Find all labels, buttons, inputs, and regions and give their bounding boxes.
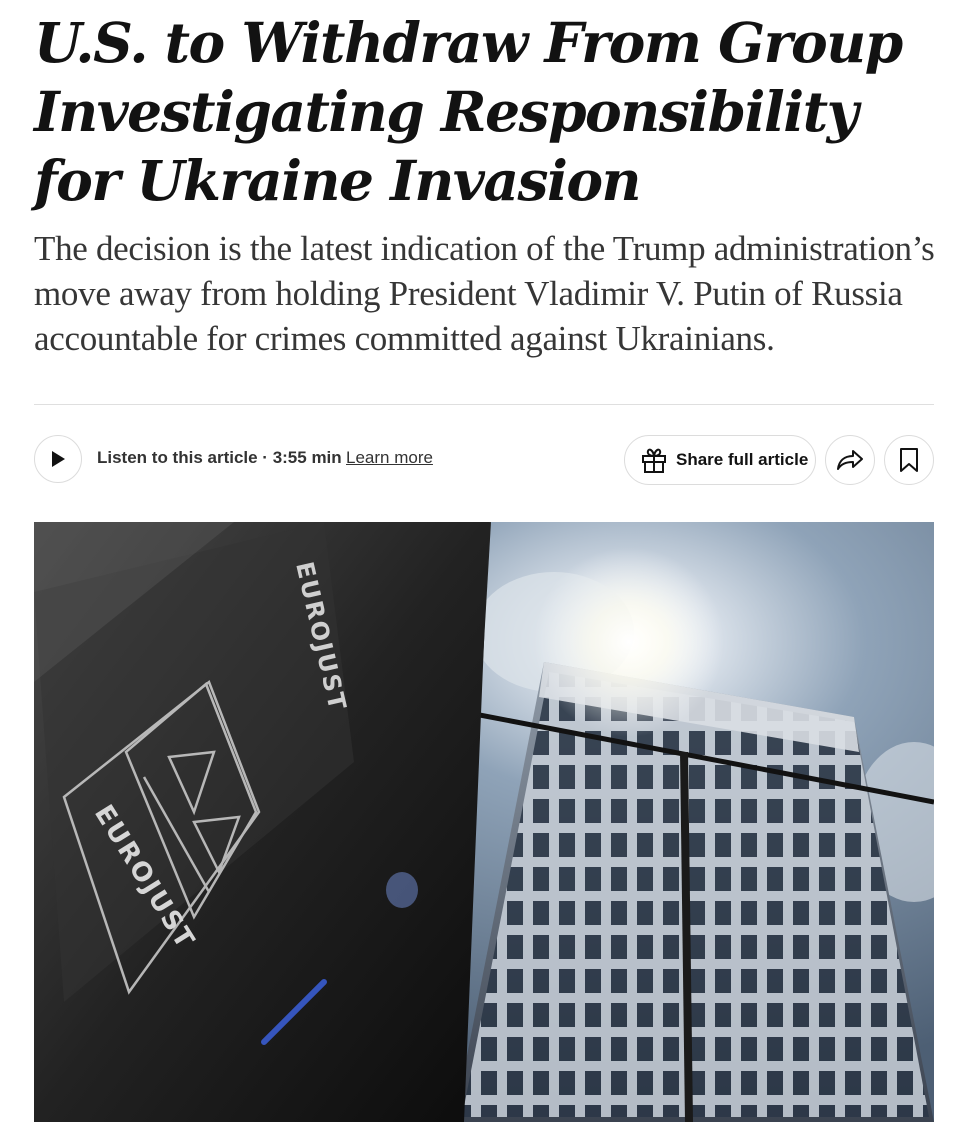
share-full-article-button[interactable]: Share full article [624, 435, 816, 485]
share-full-article-label: Share full article [676, 450, 809, 469]
listen-label: Listen to this article · 3:55 min [97, 448, 342, 467]
play-icon [52, 451, 65, 467]
bookmark-button[interactable] [884, 435, 934, 485]
learn-more-link[interactable]: Learn more [346, 448, 433, 468]
gift-icon [642, 448, 666, 473]
play-audio-button[interactable] [34, 435, 82, 483]
article-photo: EUROJUST EUROJUST [34, 522, 934, 1122]
divider [34, 404, 934, 405]
share-button[interactable] [825, 435, 875, 485]
bookmark-icon [900, 448, 918, 472]
eurojust-building-photo: EUROJUST EUROJUST [34, 522, 934, 1122]
share-arrow-icon [837, 450, 863, 470]
headline: U.S. to Withdraw From Group Investigatin… [34, 10, 903, 213]
article-summary: The decision is the latest indication of… [34, 229, 935, 358]
